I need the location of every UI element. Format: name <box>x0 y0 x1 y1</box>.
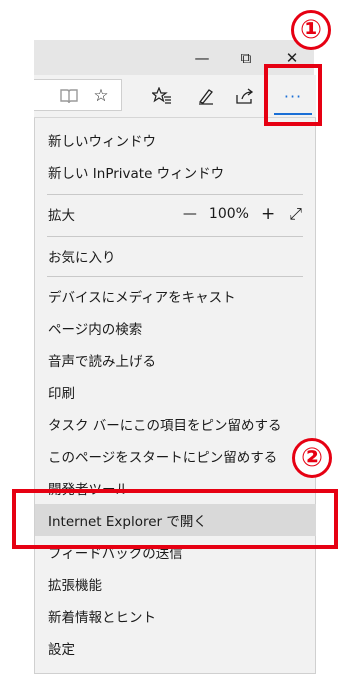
menu-item-new-inprivate[interactable]: 新しい InPrivate ウィンドウ <box>35 156 316 188</box>
zoom-in-button[interactable]: + <box>261 204 275 224</box>
settings-menu: 新しいウィンドウ 新しい InPrivate ウィンドウ 拡大 — 100% +… <box>34 118 316 674</box>
separator <box>47 236 303 237</box>
notes-pen-icon[interactable] <box>191 81 221 111</box>
fullscreen-icon[interactable]: ⤢ <box>289 204 302 224</box>
minimize-button[interactable]: — <box>180 40 224 75</box>
menu-item-extensions[interactable]: 拡張機能 <box>35 568 316 600</box>
menu-item-whats-new[interactable]: 新着情報とヒント <box>35 600 316 632</box>
separator <box>47 276 303 277</box>
step-1-badge: ① <box>291 10 331 50</box>
highlight-box-open-ie <box>12 489 338 549</box>
menu-item-cast[interactable]: デバイスにメディアをキャスト <box>35 280 316 312</box>
minimize-icon: — <box>194 48 210 67</box>
share-icon[interactable] <box>230 81 260 111</box>
menu-item-pin-start[interactable]: このページをスタートにピン留めする <box>35 440 316 472</box>
menu-item-settings[interactable]: 設定 <box>35 632 316 664</box>
zoom-value: 100% <box>208 206 249 222</box>
menu-item-zoom: 拡大 — 100% + ⤢ <box>35 198 316 230</box>
menu-item-pin-taskbar[interactable]: タスク バーにこの項目をピン留めする <box>35 408 316 440</box>
add-favorite-icon[interactable]: ☆ <box>86 81 116 111</box>
step-2-badge: ② <box>292 438 332 478</box>
separator <box>47 194 303 195</box>
zoom-out-button[interactable]: — <box>183 206 197 222</box>
menu-item-new-window[interactable]: 新しいウィンドウ <box>35 124 316 156</box>
menu-item-print[interactable]: 印刷 <box>35 376 316 408</box>
favorites-hub-icon[interactable] <box>147 81 177 111</box>
menu-item-read-aloud[interactable]: 音声で読み上げる <box>35 344 316 376</box>
restore-icon: ⧉ <box>240 48 252 67</box>
zoom-label: 拡大 <box>48 208 75 224</box>
menu-item-favorites[interactable]: お気に入り <box>35 240 316 272</box>
highlight-box-more <box>264 64 322 126</box>
restore-button[interactable]: ⧉ <box>224 40 268 75</box>
menu-item-find[interactable]: ページ内の検索 <box>35 312 316 344</box>
reading-view-icon[interactable] <box>54 81 84 111</box>
